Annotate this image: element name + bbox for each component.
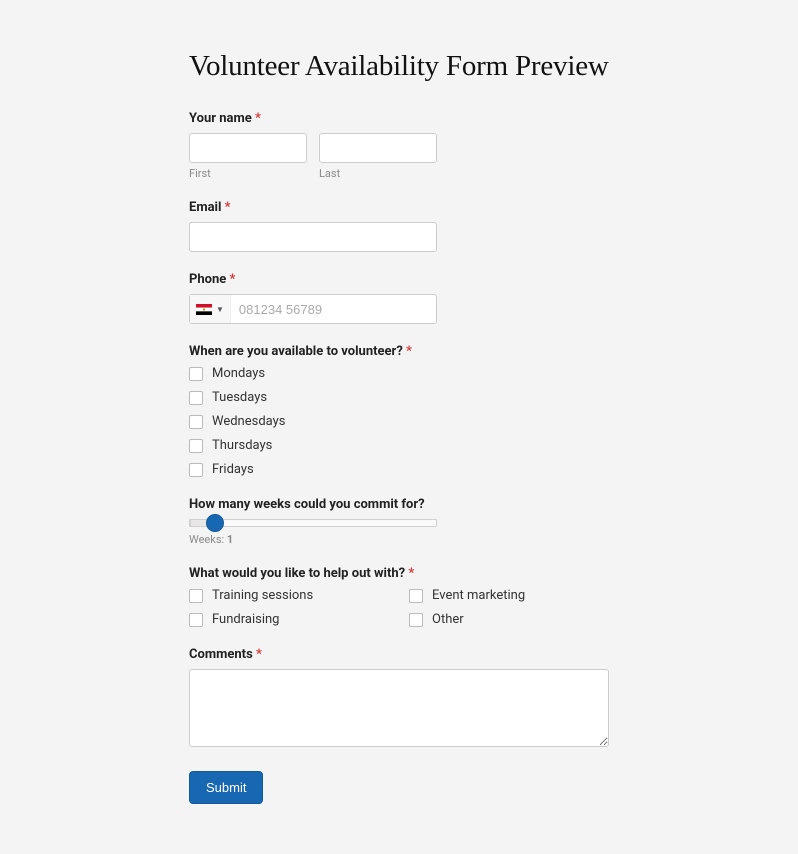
checkbox-row: Fundraising — [189, 612, 389, 627]
checkbox-training[interactable] — [189, 589, 203, 603]
weeks-slider-thumb[interactable] — [206, 514, 224, 532]
weeks-label: How many weeks could you commit for? — [189, 497, 609, 512]
flag-icon — [196, 304, 212, 315]
checkbox-row: Wednesdays — [189, 414, 609, 429]
weeks-value: 1 — [227, 533, 233, 546]
chevron-down-icon: ▼ — [216, 305, 224, 314]
checkbox-row: Mondays — [189, 366, 609, 381]
first-name-input[interactable] — [189, 133, 307, 163]
checkbox-label: Wednesdays — [212, 414, 286, 429]
weeks-field-group: How many weeks could you commit for? Wee… — [189, 497, 609, 546]
checkbox-row: Event marketing — [409, 588, 609, 603]
checkbox-tuesdays[interactable] — [189, 391, 203, 405]
checkbox-row: Fridays — [189, 462, 609, 477]
comments-label-text: Comments — [189, 647, 253, 662]
comments-label: Comments * — [189, 647, 609, 662]
checkbox-marketing[interactable] — [409, 589, 423, 603]
checkbox-fridays[interactable] — [189, 463, 203, 477]
checkbox-label: Fundraising — [212, 612, 279, 627]
checkbox-label: Thursdays — [212, 438, 272, 453]
required-marker: * — [408, 566, 414, 581]
checkbox-row: Training sessions — [189, 588, 389, 603]
required-marker: * — [230, 272, 236, 287]
required-marker: * — [255, 111, 261, 126]
help-field-group: What would you like to help out with? * … — [189, 566, 609, 627]
help-label: What would you like to help out with? * — [189, 566, 609, 581]
checkbox-label: Fridays — [212, 462, 254, 477]
weeks-value-label: Weeks: 1 — [189, 533, 437, 546]
required-marker: * — [225, 200, 231, 215]
email-label: Email * — [189, 200, 609, 215]
checkbox-mondays[interactable] — [189, 367, 203, 381]
availability-field-group: When are you available to volunteer? * M… — [189, 344, 609, 477]
name-label: Your name * — [189, 111, 609, 126]
last-name-input[interactable] — [319, 133, 437, 163]
phone-label-text: Phone — [189, 272, 226, 287]
required-marker: * — [406, 344, 412, 359]
phone-input[interactable] — [231, 295, 436, 323]
availability-label: When are you available to volunteer? * — [189, 344, 609, 359]
checkbox-thursdays[interactable] — [189, 439, 203, 453]
checkbox-label: Training sessions — [212, 588, 313, 603]
checkbox-label: Event marketing — [432, 588, 525, 603]
name-field: Your name * First Last — [189, 111, 609, 180]
checkbox-row: Thursdays — [189, 438, 609, 453]
email-label-text: Email — [189, 200, 221, 215]
submit-button[interactable]: Submit — [189, 771, 263, 804]
checkbox-label: Mondays — [212, 366, 265, 381]
email-input[interactable] — [189, 222, 437, 252]
comments-field-group: Comments * — [189, 647, 609, 751]
checkbox-row: Other — [409, 612, 609, 627]
phone-label: Phone * — [189, 272, 609, 287]
phone-field-group: Phone * ▼ — [189, 272, 609, 324]
checkbox-fundraising[interactable] — [189, 613, 203, 627]
checkbox-other[interactable] — [409, 613, 423, 627]
checkbox-label: Other — [432, 612, 464, 627]
first-name-sublabel: First — [189, 167, 307, 180]
comments-textarea[interactable] — [189, 669, 609, 747]
availability-label-text: When are you available to volunteer? — [189, 344, 403, 359]
country-code-picker[interactable]: ▼ — [190, 295, 231, 323]
page-title: Volunteer Availability Form Preview — [189, 50, 609, 83]
checkbox-row: Tuesdays — [189, 390, 609, 405]
checkbox-label: Tuesdays — [212, 390, 267, 405]
required-marker: * — [256, 647, 262, 662]
help-label-text: What would you like to help out with? — [189, 566, 405, 581]
email-field-group: Email * — [189, 200, 609, 252]
weeks-slider-track[interactable] — [189, 519, 437, 527]
name-label-text: Your name — [189, 111, 252, 126]
checkbox-wednesdays[interactable] — [189, 415, 203, 429]
weeks-value-prefix: Weeks: — [189, 533, 224, 546]
last-name-sublabel: Last — [319, 167, 437, 180]
